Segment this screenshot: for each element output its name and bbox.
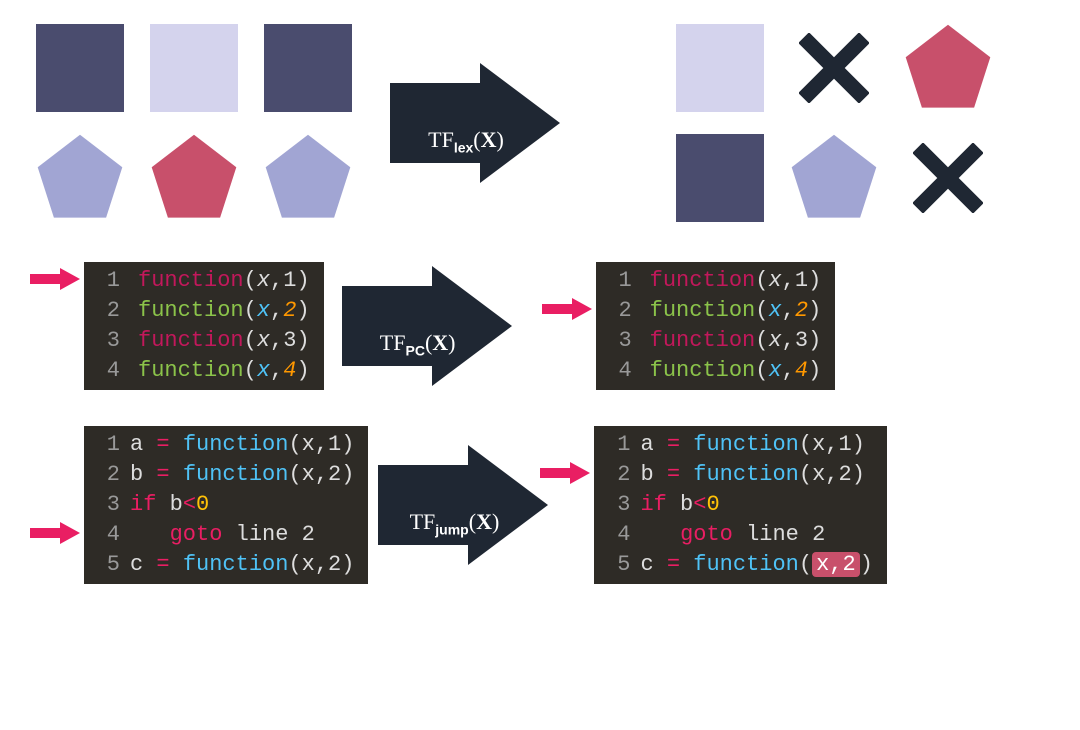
square-light bbox=[144, 20, 244, 116]
row-jump: 1a = function(x,1)2b = function(x,2)3if … bbox=[30, 426, 1050, 584]
arrow-lex: TFlex(X) bbox=[390, 63, 570, 183]
x-black bbox=[784, 20, 884, 116]
code-line: 1function(x,1) bbox=[92, 266, 310, 296]
code-line: 2function(x,2) bbox=[604, 296, 822, 326]
shapes-right bbox=[670, 20, 998, 226]
arrow-lex-label: TFlex(X) bbox=[428, 127, 504, 155]
arrow-pc: TFPC(X) bbox=[342, 266, 522, 386]
code-line: 1a = function(x,1) bbox=[602, 430, 872, 460]
code-line: 4function(x,4) bbox=[604, 356, 822, 386]
square-dark bbox=[30, 20, 130, 116]
code-line: 5c = function(x,2) bbox=[602, 550, 872, 580]
pointer-jump-right bbox=[540, 462, 590, 484]
code-line: 3if b<0 bbox=[602, 490, 872, 520]
code-line: 4function(x,4) bbox=[92, 356, 310, 386]
code-line: 1function(x,1) bbox=[604, 266, 822, 296]
code-line: 3function(x,3) bbox=[604, 326, 822, 356]
arrow-jump-label: TFjump(X) bbox=[410, 509, 500, 537]
codebox-jump-left: 1a = function(x,1)2b = function(x,2)3if … bbox=[84, 426, 368, 584]
arrow-pc-label: TFPC(X) bbox=[380, 330, 456, 358]
codebox-jump-right: 1a = function(x,1)2b = function(x,2)3if … bbox=[594, 426, 886, 584]
pentagon-mid bbox=[784, 130, 884, 226]
pentagon-mid bbox=[258, 130, 358, 226]
code-line: 2function(x,2) bbox=[92, 296, 310, 326]
pentagon-mid bbox=[30, 130, 130, 226]
code-line: 2b = function(x,2) bbox=[602, 460, 872, 490]
code-line: 4 goto line 2 bbox=[92, 520, 354, 550]
code-line: 5c = function(x,2) bbox=[92, 550, 354, 580]
code-line: 3function(x,3) bbox=[92, 326, 310, 356]
pentagon-red bbox=[144, 130, 244, 226]
code-line: 2b = function(x,2) bbox=[92, 460, 354, 490]
codebox-pc-right: 1function(x,1)2function(x,2)3function(x,… bbox=[596, 262, 836, 390]
square-dark bbox=[258, 20, 358, 116]
code-line: 1a = function(x,1) bbox=[92, 430, 354, 460]
square-light bbox=[670, 20, 770, 116]
pointer-jump-left bbox=[30, 522, 80, 544]
code-line: 4 goto line 2 bbox=[602, 520, 872, 550]
square-dark bbox=[670, 130, 770, 226]
code-line: 3if b<0 bbox=[92, 490, 354, 520]
arrow-jump: TFjump(X) bbox=[378, 445, 558, 565]
x-black bbox=[898, 130, 998, 226]
row-pc: 1function(x,1)2function(x,2)3function(x,… bbox=[30, 262, 1050, 390]
row-lex: TFlex(X) bbox=[30, 20, 1050, 226]
codebox-pc-left: 1function(x,1)2function(x,2)3function(x,… bbox=[84, 262, 324, 390]
pointer-pc-left bbox=[30, 268, 80, 290]
pentagon-red bbox=[898, 20, 998, 116]
shapes-left bbox=[30, 20, 358, 226]
pointer-pc-right bbox=[542, 298, 592, 320]
